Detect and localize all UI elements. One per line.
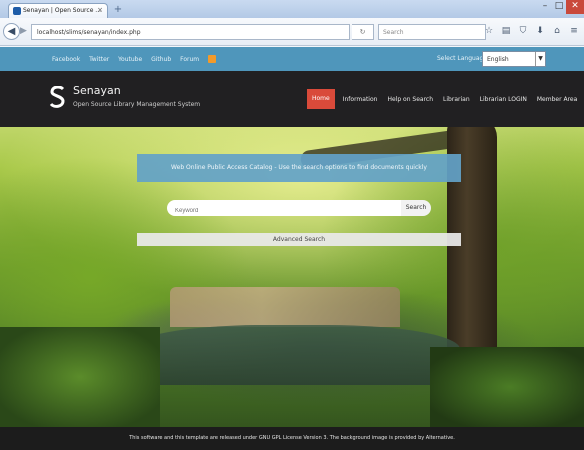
social-link[interactable]: Forum	[180, 56, 199, 63]
tab-title: Senayan | Open Source ...	[23, 7, 102, 14]
menu-item-librarian-login[interactable]: Librarian LOGIN	[480, 96, 527, 103]
maximize-button[interactable]: □	[552, 0, 566, 14]
main-menu: Home Information Help on Search Libraria…	[307, 89, 584, 109]
tab-close-icon[interactable]: ×	[97, 6, 103, 14]
star-icon[interactable]: ☆	[483, 25, 495, 37]
minimize-button[interactable]: –	[538, 0, 552, 14]
web-page: Facebook Twitter Youtube Github Forum Se…	[0, 47, 584, 450]
reeds-image	[170, 287, 400, 327]
site-tagline: Open Source Library Management System	[73, 101, 201, 108]
close-window-button[interactable]: ✕	[566, 0, 584, 14]
tab-bar: Senayan | Open Source ... × + – □ ✕	[0, 0, 584, 18]
language-value: English	[487, 56, 509, 63]
foliage-image	[0, 327, 160, 427]
social-link[interactable]: Youtube	[118, 56, 142, 63]
chevron-down-icon: ▼	[535, 52, 545, 66]
menu-item-help[interactable]: Help on Search	[387, 96, 433, 103]
menu-item-librarian[interactable]: Librarian	[443, 96, 470, 103]
page-footer: This software and this template are rele…	[0, 427, 584, 450]
menu-item-member-area[interactable]: Member Area	[537, 96, 577, 103]
browser-window: Senayan | Open Source ... × + – □ ✕ ◀ ▶ …	[0, 0, 584, 450]
rss-icon[interactable]	[208, 55, 217, 63]
bookmarks-icon[interactable]: ▤	[500, 25, 512, 37]
site-favicon-icon	[13, 7, 21, 15]
search-heading: Web Online Public Access Catalog - Use t…	[137, 154, 461, 182]
social-links: Facebook Twitter Youtube Github Forum	[52, 55, 223, 63]
back-button[interactable]: ◀	[3, 23, 20, 40]
browser-tab[interactable]: Senayan | Open Source ... ×	[8, 3, 108, 18]
menu-icon[interactable]: ≡	[568, 25, 580, 37]
site-header: Senayan Open Source Library Management S…	[0, 71, 584, 127]
social-link[interactable]: Twitter	[89, 56, 109, 63]
toolbar-icons: ☆ ▤ ⛉ ⬇ ⌂ ≡	[483, 25, 580, 37]
address-bar[interactable]: localhost/slims/senayan/index.php	[31, 24, 350, 40]
site-title[interactable]: Senayan	[73, 84, 121, 97]
browser-search-input[interactable]: Search	[378, 24, 486, 40]
home-icon[interactable]: ⌂	[551, 25, 563, 37]
top-strip: Facebook Twitter Youtube Github Forum Se…	[0, 47, 584, 71]
download-icon[interactable]: ⬇	[534, 25, 546, 37]
social-link[interactable]: Facebook	[52, 56, 80, 63]
social-link[interactable]: Github	[151, 56, 171, 63]
foliage-image	[430, 347, 584, 427]
navigation-bar: ◀ ▶ localhost/slims/senayan/index.php ↻ …	[0, 18, 584, 46]
language-select[interactable]: English ▼	[482, 51, 546, 67]
keyword-search-input[interactable]	[167, 200, 401, 216]
senayan-logo-icon[interactable]	[50, 86, 65, 108]
menu-item-home[interactable]: Home	[307, 89, 335, 109]
pond-image	[130, 325, 460, 385]
reload-button[interactable]: ↻	[352, 24, 374, 40]
shield-icon[interactable]: ⛉	[517, 25, 529, 37]
menu-item-information[interactable]: Information	[343, 96, 378, 103]
window-controls: – □ ✕	[538, 0, 584, 14]
advanced-search-link[interactable]: Advanced Search	[137, 233, 461, 246]
forward-button[interactable]: ▶	[20, 26, 30, 37]
search-button[interactable]: Search	[401, 200, 431, 216]
new-tab-button[interactable]: +	[112, 4, 124, 16]
